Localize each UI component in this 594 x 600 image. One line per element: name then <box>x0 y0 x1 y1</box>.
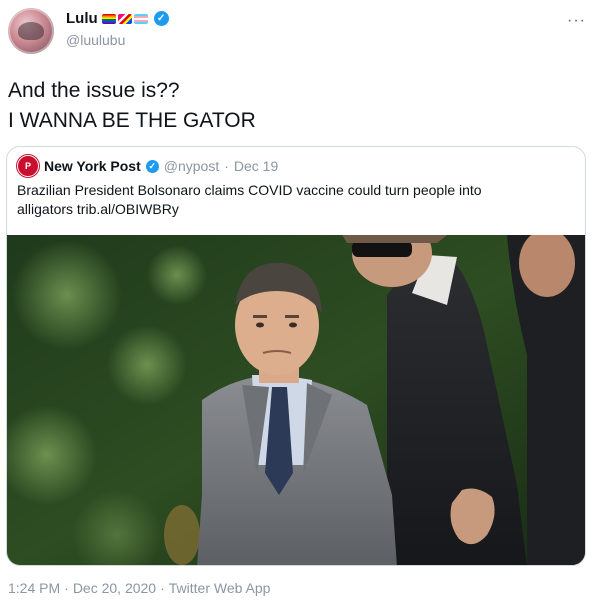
tweet-text: And the issue is?? I WANNA BE THE GATOR <box>8 76 256 136</box>
quoted-author-avatar[interactable]: P <box>17 155 39 177</box>
quoted-tweet[interactable]: P New York Post ✓ @nypost · Dec 19 Brazi… <box>6 146 586 566</box>
quoted-tweet-photo[interactable] <box>7 235 585 565</box>
tweet-text-line: And the issue is?? <box>8 79 180 102</box>
tweet-timestamp-row: 1:24 PM · Dec 20, 2020 · Twitter Web App <box>8 580 270 596</box>
tweet-text-line: I WANNA BE THE GATOR <box>8 109 256 132</box>
meta-separator: · <box>160 580 165 596</box>
emoji-badges <box>101 13 148 24</box>
author-name-row[interactable]: Lulu ✓ <box>66 10 169 27</box>
verified-badge-icon: ✓ <box>153 11 169 26</box>
quoted-tweet-text-line[interactable]: alligators trib.al/OBIWBRy <box>17 200 557 219</box>
quoted-tweet-header: P New York Post ✓ @nypost · Dec 19 <box>17 155 278 177</box>
tweet-time[interactable]: 1:24 PM <box>8 580 60 596</box>
verified-badge-icon: ✓ <box>145 159 159 173</box>
quoted-tweet-text-line: Brazilian President Bolsonaro claims COV… <box>17 182 482 198</box>
author-display-name[interactable]: Lulu <box>66 10 98 27</box>
author-handle[interactable]: @luulubu <box>66 32 125 48</box>
more-options-button[interactable]: ··· <box>567 12 586 30</box>
quoted-author-name[interactable]: New York Post <box>44 158 141 174</box>
photo-illustration <box>7 235 585 565</box>
meta-separator: · <box>224 158 229 174</box>
rainbow-flag-icon <box>101 13 116 24</box>
quoted-tweet-text: Brazilian President Bolsonaro claims COV… <box>17 181 557 219</box>
tweet-date[interactable]: Dec 20, 2020 <box>73 580 156 596</box>
pride-flag-icon <box>117 13 132 24</box>
quoted-tweet-date[interactable]: Dec 19 <box>234 158 278 174</box>
tweet-source[interactable]: Twitter Web App <box>169 580 271 596</box>
author-avatar[interactable] <box>8 8 54 54</box>
tweet-card: Lulu ✓ @luulubu ··· And the issue is?? I… <box>0 0 594 600</box>
trans-flag-icon <box>133 13 148 24</box>
quoted-author-handle[interactable]: @nypost <box>164 158 219 174</box>
meta-separator: · <box>64 580 69 596</box>
